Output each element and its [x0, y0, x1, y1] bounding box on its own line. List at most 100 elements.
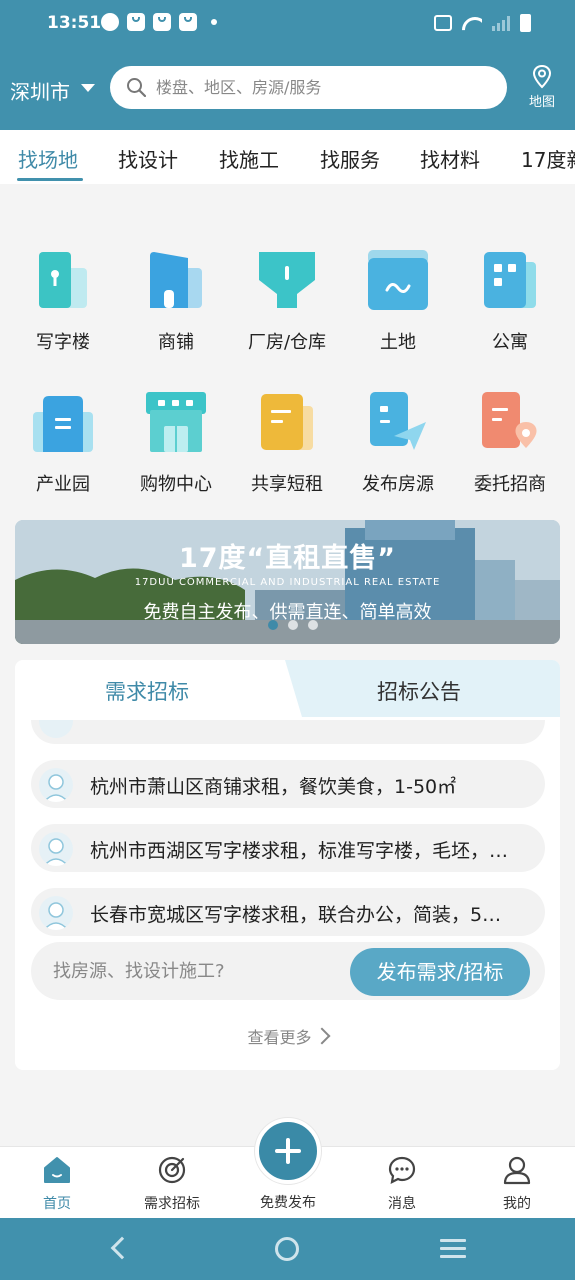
grid-label: 厂房/仓库: [247, 332, 327, 353]
vibrate-icon: [434, 15, 452, 31]
bag-notification-icon: [153, 13, 171, 31]
shared-rental-icon: [261, 394, 313, 450]
grid-item-apartment[interactable]: 公寓: [455, 250, 565, 370]
grid-item-office[interactable]: 写字楼: [8, 250, 118, 370]
grid-item-publish-listing[interactable]: 发布房源: [343, 392, 453, 512]
signal-icon: [492, 15, 510, 31]
tender-item-text: 长春市宽城区写字楼求租，联合办公，简装，50-100㎡: [90, 904, 510, 926]
view-more-link[interactable]: 查看更多: [15, 1024, 560, 1048]
publish-demand-button[interactable]: 发布需求/招标: [350, 948, 530, 996]
office-building-icon: [39, 252, 87, 308]
entrust-investment-icon: [482, 392, 537, 448]
free-publish-label: 免费发布: [260, 1195, 316, 1211]
tab-find-material[interactable]: 找材料: [420, 144, 480, 173]
target-icon: [158, 1156, 186, 1184]
chat-bubble-icon: [388, 1156, 416, 1184]
shop-icon: [150, 252, 202, 308]
grid-label: 共享短租: [251, 474, 323, 495]
tab-find-construction[interactable]: 找施工: [219, 144, 279, 173]
grid-item-industrial-park[interactable]: 产业园: [8, 392, 118, 512]
grid-label: 公寓: [492, 332, 528, 353]
grid-item-shop[interactable]: 商铺: [121, 250, 231, 370]
tab-find-service[interactable]: 找服务: [320, 144, 380, 173]
nav-demand-tender[interactable]: 需求招标: [127, 1147, 217, 1219]
city-selector[interactable]: 深圳市: [10, 76, 70, 105]
grid-item-land[interactable]: 土地: [343, 250, 453, 370]
home-icon: [44, 1157, 70, 1183]
grid-label: 产业园: [36, 474, 90, 495]
list-item[interactable]: 杭州市萧山区商铺求租，餐饮美食，1-50㎡: [31, 760, 545, 808]
grid-item-entrust-investment[interactable]: 委托招商: [455, 392, 565, 512]
nav-messages[interactable]: 消息: [357, 1147, 447, 1219]
home-circle-icon[interactable]: [275, 1237, 299, 1261]
carousel-indicator[interactable]: [268, 620, 318, 630]
status-bar: 13:51: [0, 0, 575, 48]
avatar-icon: [39, 832, 73, 866]
status-time: 13:51: [47, 13, 102, 33]
nav-mine[interactable]: 我的: [472, 1147, 562, 1219]
chevron-down-icon[interactable]: [81, 84, 95, 92]
avatar-icon: [39, 896, 73, 930]
banner-subtitle: 17DUU COMMERCIAL AND INDUSTRIAL REAL EST…: [134, 577, 441, 588]
tab-find-design[interactable]: 找设计: [118, 144, 178, 173]
battery-icon: [520, 14, 531, 32]
tender-item-text: 杭州市萧山区商铺求租，餐饮美食，1-50㎡: [90, 776, 457, 798]
search-input[interactable]: [156, 74, 486, 100]
list-item[interactable]: 杭州市西湖区写字楼求租，标准写字楼，毛坯，100-200㎡: [31, 824, 545, 872]
promo-banner[interactable]: 17度“直租直售” 17DUU COMMERCIAL AND INDUSTRIA…: [15, 520, 560, 644]
tender-card: 需求招标 招标公告 杭州市萧山区商铺求租，餐饮美食，1-50㎡ 杭州市西湖区写字…: [15, 660, 560, 1070]
shopping-mall-icon: [146, 392, 206, 452]
grid-item-shared-rental[interactable]: 共享短租: [232, 392, 342, 512]
user-icon: [503, 1156, 531, 1185]
active-tab-indicator: [17, 178, 83, 181]
chevron-right-icon: [313, 1027, 330, 1045]
nav-demand-tender-label: 需求招标: [144, 1196, 200, 1212]
free-publish-button[interactable]: [255, 1118, 321, 1184]
demand-input[interactable]: [53, 958, 343, 984]
tab-find-venue[interactable]: 找场地: [18, 144, 78, 173]
wifi-icon: [462, 15, 482, 31]
apartment-icon: [484, 252, 536, 308]
system-nav-bar: [0, 1218, 575, 1280]
grid-label: 土地: [380, 332, 416, 353]
top-header: 13:51 深圳市 地图: [0, 0, 575, 130]
list-item[interactable]: [31, 720, 545, 744]
grid-item-shopping-mall[interactable]: 购物中心: [121, 392, 231, 512]
grid-label: 写字楼: [36, 332, 90, 353]
search-icon: [127, 78, 146, 97]
industrial-park-icon: [33, 396, 93, 452]
nav-home-label: 首页: [43, 1196, 71, 1212]
tab-tender-announcement[interactable]: 招标公告: [377, 676, 461, 706]
tender-item-text: 杭州市西湖区写字楼求租，标准写字楼，毛坯，100-200㎡: [90, 840, 510, 862]
more-notifications-dot-icon: [211, 19, 217, 25]
nav-home[interactable]: 首页: [12, 1147, 102, 1219]
grid-label: 商铺: [158, 332, 194, 353]
grid-item-factory[interactable]: 厂房/仓库: [232, 250, 342, 370]
list-item[interactable]: 长春市宽城区写字楼求租，联合办公，简装，50-100㎡: [31, 888, 545, 936]
grid-label: 发布房源: [362, 474, 434, 495]
status-notification-icons: [101, 13, 217, 31]
bag-notification-icon: [179, 13, 197, 31]
tab-demand-tender[interactable]: 需求招标: [105, 676, 189, 706]
search-bar[interactable]: [110, 66, 507, 109]
location-pin-icon: [532, 64, 552, 89]
banner-title: 17度“直租直售”: [178, 543, 397, 574]
publish-listing-icon: [370, 392, 426, 450]
map-label: 地图: [528, 95, 555, 110]
tab-17du-new[interactable]: 17度新: [521, 144, 575, 173]
grid-label: 委托招商: [474, 474, 546, 495]
bag-notification-icon: [127, 13, 145, 31]
nav-messages-label: 消息: [388, 1196, 416, 1212]
grid-label: 购物中心: [140, 474, 212, 495]
avatar-icon: [39, 768, 73, 802]
land-icon: [368, 250, 428, 310]
back-icon[interactable]: [110, 1236, 134, 1260]
category-tabs: 找场地 找设计 找施工 找服务 找材料 17度新: [0, 130, 575, 184]
avatar-icon: [39, 720, 73, 738]
factory-warehouse-icon: [259, 252, 315, 308]
nav-mine-label: 我的: [503, 1196, 531, 1212]
map-button[interactable]: 地图: [524, 64, 560, 112]
speed-notification-icon: [101, 13, 119, 31]
view-more-label: 查看更多: [247, 1028, 312, 1047]
recent-apps-icon[interactable]: [440, 1239, 466, 1259]
